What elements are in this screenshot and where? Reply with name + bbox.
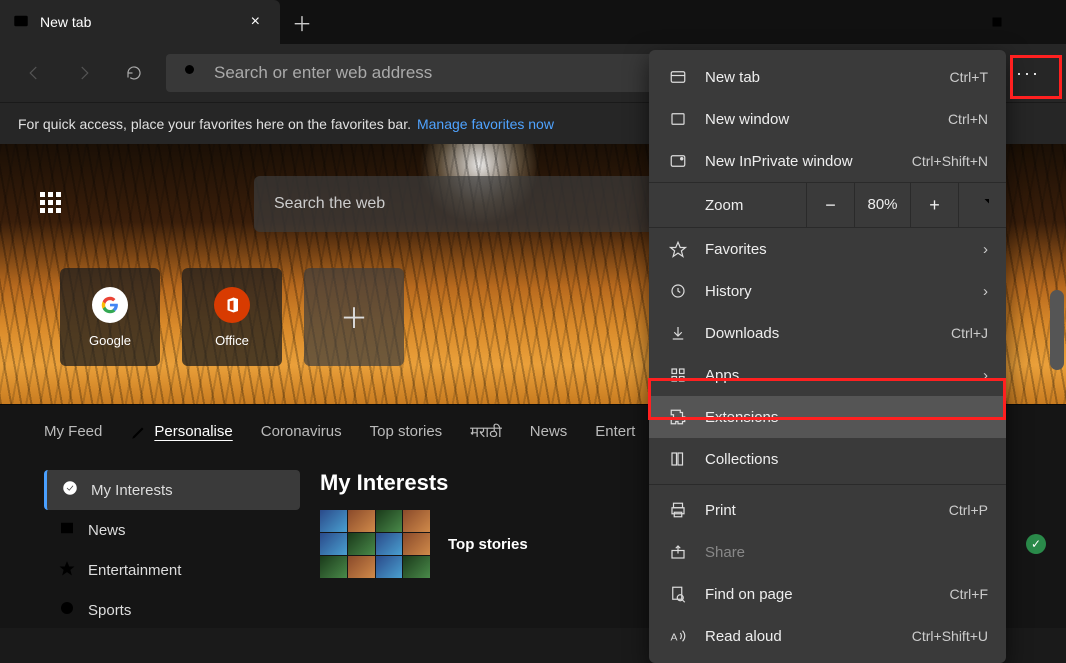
chevron-right-icon: › xyxy=(983,283,988,300)
feed-tab-myfeed[interactable]: My Feed xyxy=(44,423,102,440)
settings-and-more-button[interactable]: ··· xyxy=(1006,53,1050,93)
zoom-value: 80% xyxy=(854,182,910,228)
menu-zoom-row: Zoom − 80% + xyxy=(649,182,1006,228)
app-launcher-icon[interactable] xyxy=(40,192,64,216)
quick-link-google[interactable]: Google xyxy=(60,268,160,366)
zoom-out-button[interactable]: − xyxy=(806,182,854,228)
menu-apps[interactable]: Apps › xyxy=(649,354,1006,396)
menu-read-aloud[interactable]: A Read aloud Ctrl+Shift+U xyxy=(649,615,1006,657)
star-icon xyxy=(667,240,689,258)
tile-label: Office xyxy=(215,333,249,348)
feed-tab-coronavirus[interactable]: Coronavirus xyxy=(261,423,342,440)
chevron-right-icon: › xyxy=(983,367,988,384)
star-icon xyxy=(58,559,76,581)
zoom-label: Zoom xyxy=(705,197,806,214)
nav-back-button[interactable] xyxy=(16,55,52,91)
menu-collections[interactable]: Collections xyxy=(649,438,1006,480)
feed-tab-news[interactable]: News xyxy=(530,423,568,440)
history-icon xyxy=(667,282,689,300)
menu-new-window[interactable]: New window Ctrl+N xyxy=(649,98,1006,140)
tab-icon xyxy=(12,12,30,33)
pencil-icon xyxy=(130,423,148,441)
add-quick-link-button[interactable]: ＋ xyxy=(304,268,404,366)
extensions-icon xyxy=(667,408,689,426)
menu-find-on-page[interactable]: Find on page Ctrl+F xyxy=(649,573,1006,615)
interests-sidebar: My Interests News Entertainment Sports L… xyxy=(0,458,300,628)
manage-favorites-link[interactable]: Manage favorites now xyxy=(417,116,554,132)
story-title: Top stories xyxy=(448,536,528,553)
nav-forward-button[interactable] xyxy=(66,55,102,91)
hero-search-placeholder: Search the web xyxy=(274,195,385,213)
svg-text:A: A xyxy=(671,632,678,644)
sidebar-item-news[interactable]: News xyxy=(44,510,300,550)
zoom-in-button[interactable]: + xyxy=(910,182,958,228)
menu-extensions[interactable]: Extensions xyxy=(649,396,1006,438)
tab-close-button[interactable]: × xyxy=(243,9,268,35)
tile-label: Google xyxy=(89,333,131,348)
favorites-bar-message: For quick access, place your favorites h… xyxy=(18,116,411,132)
sidebar-item-my-interests[interactable]: My Interests xyxy=(44,470,300,510)
titlebar: New tab × ＋ xyxy=(0,0,1066,44)
window-maximize-button[interactable] xyxy=(974,0,1020,44)
menu-favorites[interactable]: Favorites › xyxy=(649,228,1006,270)
nav-refresh-button[interactable] xyxy=(116,55,152,91)
window-close-button[interactable] xyxy=(1020,0,1066,44)
google-icon xyxy=(92,287,128,323)
office-icon xyxy=(214,287,250,323)
news-icon xyxy=(58,519,76,541)
window-icon xyxy=(667,110,689,128)
inprivate-icon xyxy=(667,152,689,170)
check-circle-icon xyxy=(61,479,79,501)
settings-menu: New tab Ctrl+T New window Ctrl+N New InP… xyxy=(649,50,1006,663)
menu-share: Share xyxy=(649,531,1006,573)
feed-tab-personalise[interactable]: Personalise xyxy=(130,423,232,441)
address-placeholder: Search or enter web address xyxy=(214,63,432,83)
new-tab-icon xyxy=(667,68,689,86)
collections-icon xyxy=(667,450,689,468)
menu-downloads[interactable]: Downloads Ctrl+J xyxy=(649,312,1006,354)
sports-icon xyxy=(58,599,76,621)
read-aloud-icon: A xyxy=(667,627,689,645)
window-controls xyxy=(928,0,1066,44)
menu-new-tab[interactable]: New tab Ctrl+T xyxy=(649,56,1006,98)
chevron-right-icon: › xyxy=(983,241,988,258)
menu-print[interactable]: Print Ctrl+P xyxy=(649,489,1006,531)
quick-link-office[interactable]: Office xyxy=(182,268,282,366)
sidebar-item-entertainment[interactable]: Entertainment xyxy=(44,550,300,590)
find-icon xyxy=(667,585,689,603)
fullscreen-button[interactable] xyxy=(958,182,1006,228)
share-icon xyxy=(667,543,689,561)
menu-new-inprivate[interactable]: New InPrivate window Ctrl+Shift+N xyxy=(649,140,1006,182)
menu-separator xyxy=(649,484,1006,485)
feed-tab-entertainment[interactable]: Entert xyxy=(595,423,635,440)
download-icon xyxy=(667,324,689,342)
new-tab-button[interactable]: ＋ xyxy=(280,0,324,44)
menu-history[interactable]: History › xyxy=(649,270,1006,312)
search-icon xyxy=(182,62,200,85)
feed-tab-topstories[interactable]: Top stories xyxy=(370,423,443,440)
tab-title: New tab xyxy=(40,14,91,30)
browser-tab[interactable]: New tab × xyxy=(0,0,280,44)
story-thumbnails xyxy=(320,510,430,578)
story-followed-icon[interactable]: ✓ xyxy=(1026,534,1046,554)
apps-icon xyxy=(667,366,689,384)
print-icon xyxy=(667,501,689,519)
feed-tab-marathi[interactable]: मराठी xyxy=(470,422,502,442)
sidebar-item-sports[interactable]: Sports xyxy=(44,590,300,628)
window-minimize-button[interactable] xyxy=(928,0,974,44)
